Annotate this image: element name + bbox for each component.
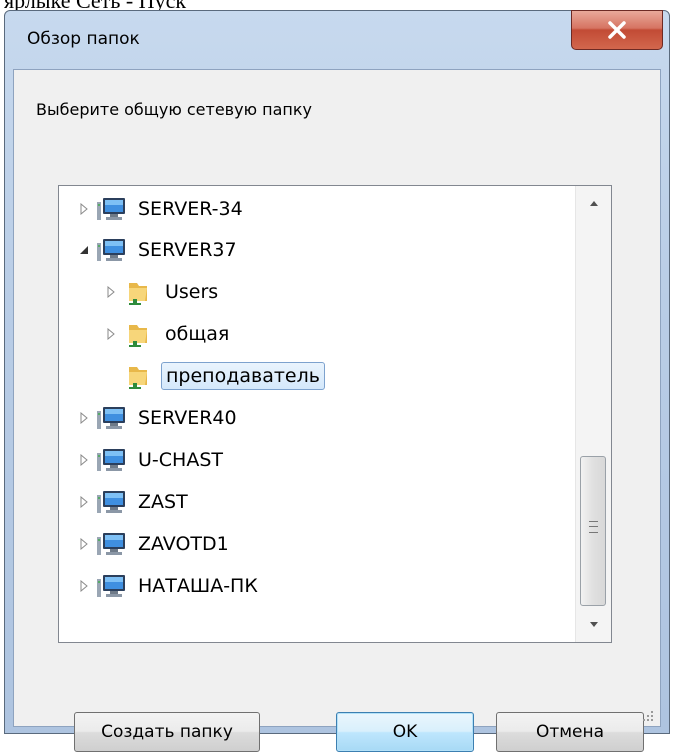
close-icon <box>608 21 626 39</box>
tree-item[interactable]: SERVER37 <box>77 233 241 267</box>
ok-label: OK <box>392 722 418 742</box>
tree-item-label: ZAVOTD1 <box>138 533 229 555</box>
tree-item-label: ZAST <box>138 491 188 513</box>
scroll-down-button[interactable] <box>576 608 611 642</box>
tree-item-label: преподаватель <box>161 362 325 390</box>
tree-item[interactable]: преподаватель <box>104 359 325 393</box>
tree-item[interactable]: НАТАША-ПК <box>77 569 262 603</box>
tree-toggle[interactable] <box>77 243 91 257</box>
collapse-arrow-icon <box>80 246 88 254</box>
tree-item-label: SERVER40 <box>138 407 237 429</box>
tree-toggle[interactable] <box>77 579 91 593</box>
expand-arrow-icon <box>107 286 115 298</box>
tree-item-label: НАТАША-ПК <box>138 575 258 597</box>
computer-icon-wrap <box>96 196 134 222</box>
tree-toggle[interactable] <box>77 495 91 509</box>
tree-toggle[interactable] <box>77 202 91 216</box>
computer-icon-wrap <box>96 489 134 515</box>
dialog-body: Выберите общую сетевую папку SERVER-34 SE… <box>13 69 661 752</box>
tree-toggle <box>104 369 118 383</box>
computer-icon <box>97 575 125 597</box>
folder-icon-wrap <box>123 321 161 347</box>
resize-grip-icon[interactable] <box>640 708 654 722</box>
tree-item[interactable]: ZAVOTD1 <box>77 527 233 561</box>
expand-arrow-icon <box>80 203 88 215</box>
tree-item[interactable]: ZAST <box>77 485 192 519</box>
create-folder-button[interactable]: Создать папку <box>74 712 260 752</box>
tree-item-label: SERVER-34 <box>138 198 243 220</box>
folder-icon-wrap <box>123 279 161 305</box>
tree-item[interactable]: SERVER-34 <box>77 192 247 226</box>
expand-arrow-icon <box>80 412 88 424</box>
tree-item-label: U-CHAST <box>138 449 223 471</box>
dialog-title: Обзор папок <box>27 29 140 49</box>
expand-arrow-icon <box>80 538 88 550</box>
close-button[interactable] <box>571 10 663 50</box>
expand-arrow-icon <box>80 454 88 466</box>
browse-folders-dialog: Обзор папок Выберите общую сетевую папку… <box>4 10 670 752</box>
cancel-label: Отмена <box>535 722 605 742</box>
vertical-scrollbar[interactable] <box>575 186 611 642</box>
arrow-up-icon <box>589 201 598 206</box>
create-folder-label: Создать папку <box>101 722 233 742</box>
folder-tree[interactable]: SERVER-34 SERVER37 Users общая преподаватель… <box>58 185 612 643</box>
computer-icon <box>97 239 125 261</box>
tree-toggle[interactable] <box>77 537 91 551</box>
shared-folder-icon <box>129 367 147 389</box>
arrow-down-icon <box>589 622 598 627</box>
expand-arrow-icon <box>80 580 88 592</box>
expand-arrow-icon <box>107 328 115 340</box>
computer-icon-wrap <box>96 447 134 473</box>
tree-item-label: Users <box>165 281 219 303</box>
shared-folder-icon <box>129 283 147 305</box>
title-bar[interactable]: Обзор папок <box>5 10 669 69</box>
computer-icon <box>97 407 125 429</box>
computer-icon-wrap <box>96 531 134 557</box>
tree-item-label: общая <box>165 323 230 345</box>
computer-icon-wrap <box>96 237 134 263</box>
computer-icon <box>97 198 125 220</box>
tree-item[interactable]: общая <box>104 317 233 351</box>
computer-icon-wrap <box>96 405 134 431</box>
grip-icon <box>589 521 598 533</box>
tree-item-label: SERVER37 <box>138 239 237 261</box>
tree-toggle[interactable] <box>104 327 118 341</box>
computer-icon-wrap <box>96 573 134 599</box>
folder-icon-wrap <box>123 363 161 389</box>
tree-toggle[interactable] <box>77 453 91 467</box>
tree-item[interactable]: Users <box>104 275 222 309</box>
expand-arrow-icon <box>80 496 88 508</box>
tree-toggle[interactable] <box>77 411 91 425</box>
tree-toggle[interactable] <box>104 285 118 299</box>
scroll-thumb[interactable] <box>580 456 606 606</box>
cancel-button[interactable]: Отмена <box>496 712 644 752</box>
shared-folder-icon <box>129 325 147 347</box>
computer-icon <box>97 491 125 513</box>
dialog-prompt: Выберите общую сетевую папку <box>36 100 312 119</box>
computer-icon <box>97 449 125 471</box>
computer-icon <box>97 533 125 555</box>
scroll-up-button[interactable] <box>576 186 611 220</box>
ok-button[interactable]: OK <box>336 712 474 752</box>
tree-items: SERVER-34 SERVER37 Users общая преподаватель… <box>59 186 576 642</box>
tree-item[interactable]: SERVER40 <box>77 401 241 435</box>
tree-item[interactable]: U-CHAST <box>77 443 227 477</box>
